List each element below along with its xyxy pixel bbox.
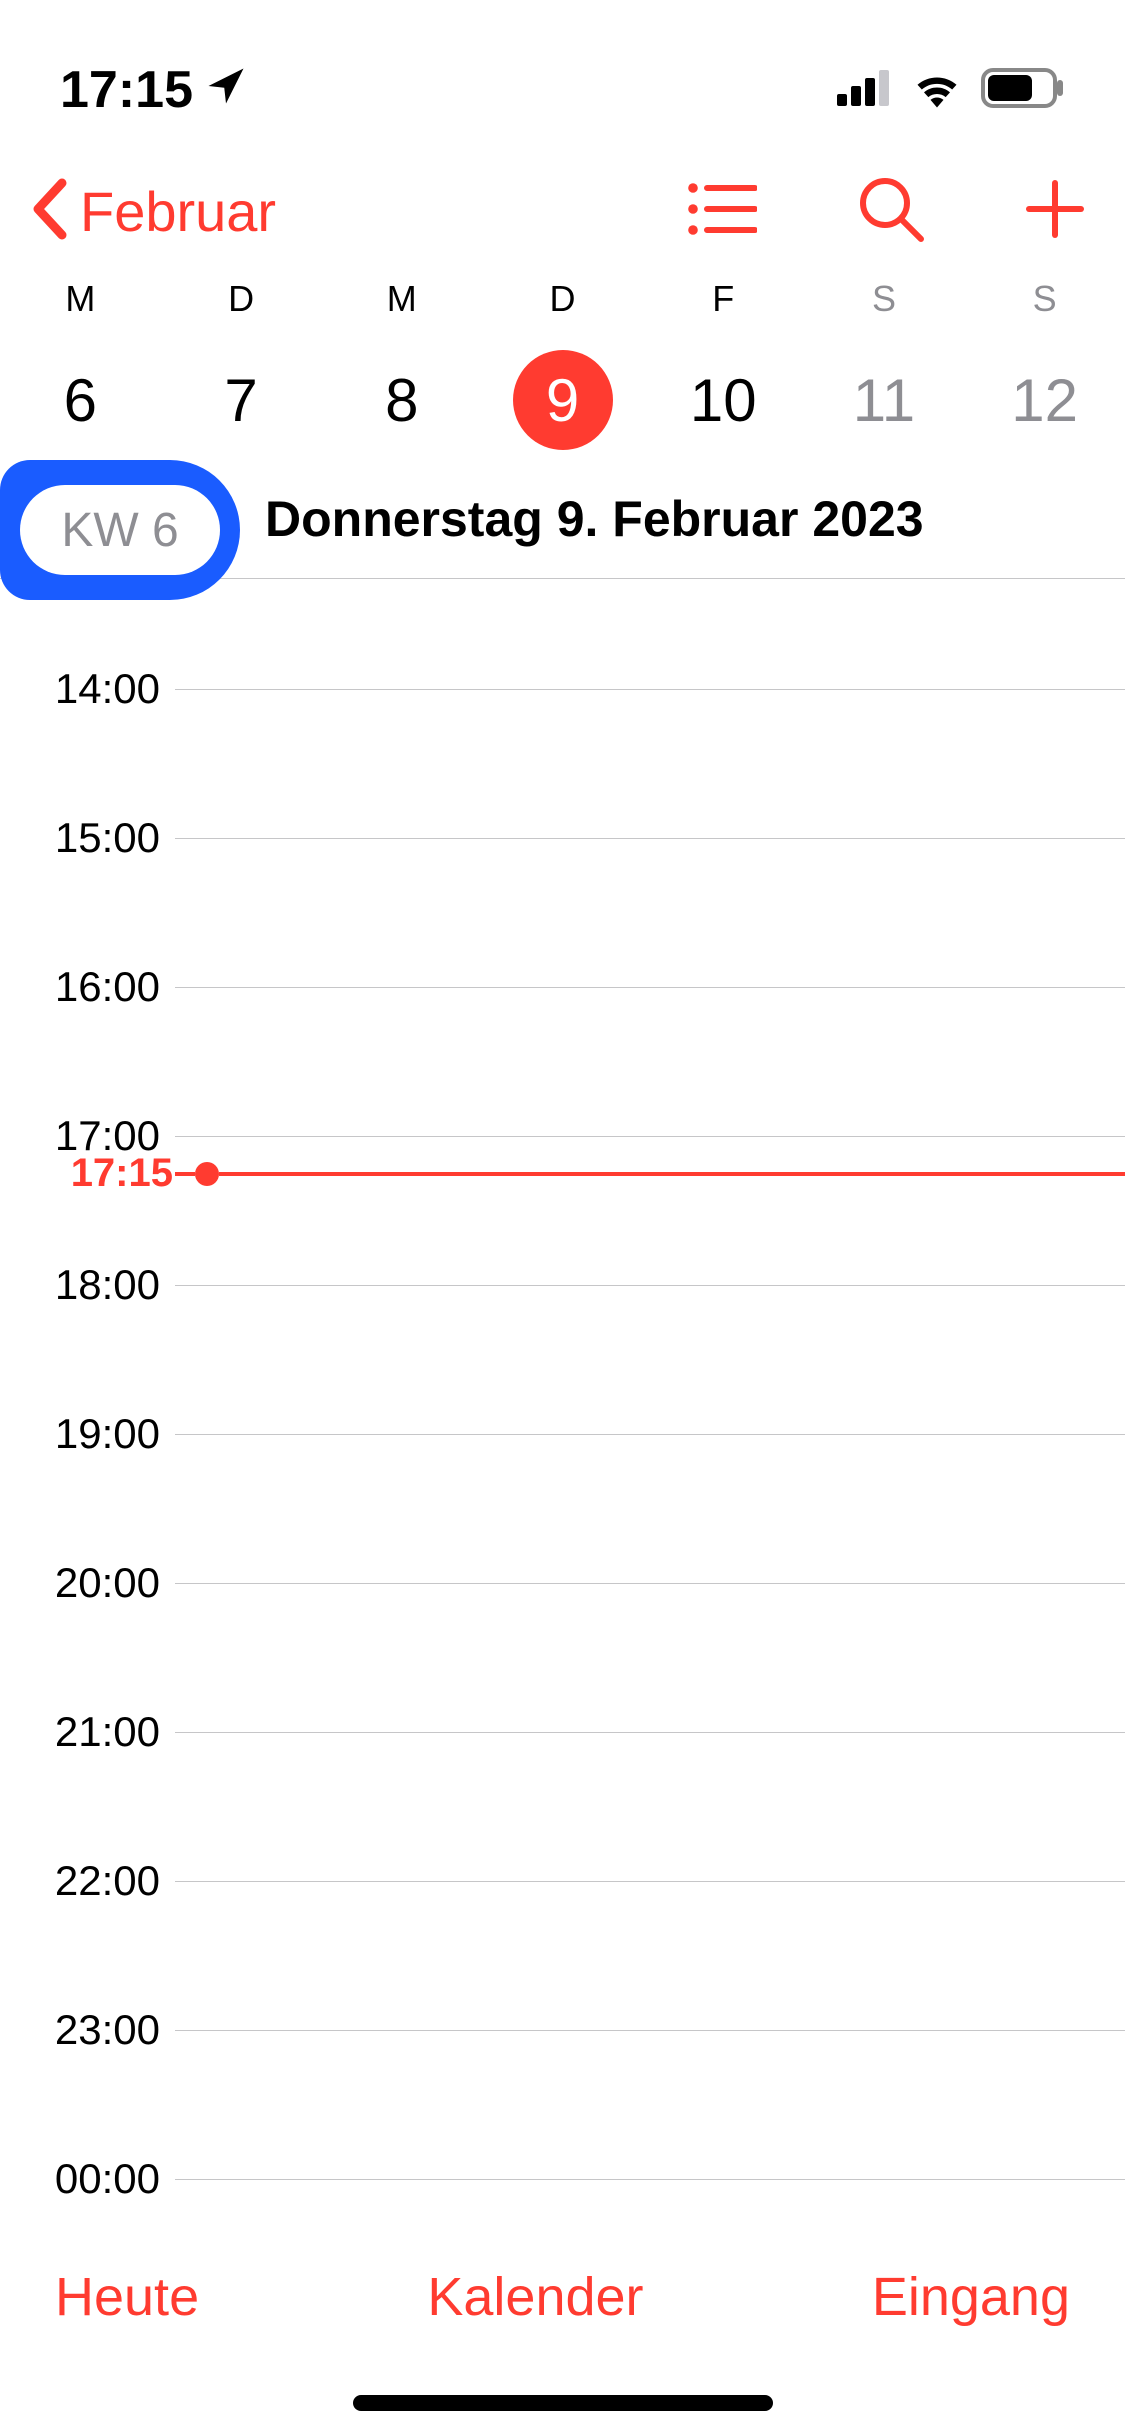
day-number: 6 <box>30 350 130 450</box>
day-number: 10 <box>673 350 773 450</box>
weekday-header: D <box>161 278 322 320</box>
hour-label: 16:00 <box>0 963 175 1011</box>
cellular-icon <box>837 70 893 111</box>
hour-label: 15:00 <box>0 814 175 862</box>
weekday-header-row: M D M D F S S <box>0 278 1125 320</box>
current-time-indicator: 17:15 <box>0 1151 1125 1196</box>
hour-row: 19:00 <box>0 1410 1125 1458</box>
search-icon[interactable] <box>857 175 925 248</box>
weekday-header: S <box>964 278 1125 320</box>
day-cell[interactable]: 11 <box>804 350 965 450</box>
status-right <box>837 68 1065 113</box>
weekday-header: M <box>321 278 482 320</box>
hour-row: 22:00 <box>0 1857 1125 1905</box>
status-bar: 17:15 <box>0 0 1125 140</box>
hour-line <box>175 1136 1125 1137</box>
hour-label: 20:00 <box>0 1559 175 1607</box>
hour-label: 14:00 <box>0 665 175 713</box>
location-icon <box>205 60 247 120</box>
weekday-header: M <box>0 278 161 320</box>
battery-icon <box>981 68 1065 113</box>
weekday-header: S <box>804 278 965 320</box>
back-label: Februar <box>80 179 276 244</box>
list-icon[interactable] <box>687 180 757 243</box>
weekday-header: D <box>482 278 643 320</box>
hour-row: 00:00 <box>0 2155 1125 2203</box>
status-left: 17:15 <box>60 60 247 120</box>
now-dot-icon <box>195 1162 219 1186</box>
date-header: KW 6 Donnerstag 9. Februar 2023 <box>0 470 1125 579</box>
hour-label: 23:00 <box>0 2006 175 2054</box>
day-cell[interactable]: 8 <box>321 350 482 450</box>
home-indicator[interactable] <box>353 2395 773 2411</box>
back-button[interactable]: Februar <box>30 177 276 246</box>
hour-label: 22:00 <box>0 1857 175 1905</box>
hour-line <box>175 2030 1125 2031</box>
now-line <box>219 1172 1125 1176</box>
header-actions <box>687 175 1085 248</box>
hour-label: 18:00 <box>0 1261 175 1309</box>
hour-line <box>175 987 1125 988</box>
day-cell-selected[interactable]: 9 <box>482 350 643 450</box>
day-cell[interactable]: 10 <box>643 350 804 450</box>
timeline[interactable]: 14:0015:0016:0017:0018:0019:0020:0021:00… <box>0 579 1125 2279</box>
hour-line <box>175 1434 1125 1435</box>
plus-icon[interactable] <box>1025 179 1085 244</box>
hour-row: 21:00 <box>0 1708 1125 1756</box>
header: Februar <box>0 140 1125 278</box>
hour-line <box>175 1881 1125 1882</box>
hour-row: 18:00 <box>0 1261 1125 1309</box>
hour-line <box>175 1285 1125 1286</box>
week-number-badge: KW 6 <box>20 485 220 575</box>
hour-label: 00:00 <box>0 2155 175 2203</box>
status-time: 17:15 <box>60 60 193 120</box>
hour-label: 21:00 <box>0 1708 175 1756</box>
hour-line <box>175 1583 1125 1584</box>
day-number: 12 <box>995 350 1095 450</box>
day-number: 9 <box>513 350 613 450</box>
day-number: 8 <box>352 350 452 450</box>
calendars-button[interactable]: Kalender <box>427 2266 643 2328</box>
inbox-button[interactable]: Eingang <box>872 2266 1070 2328</box>
chevron-left-icon <box>30 177 70 246</box>
hour-row: 20:00 <box>0 1559 1125 1607</box>
hour-line <box>175 689 1125 690</box>
hour-label: 19:00 <box>0 1410 175 1458</box>
hour-row: 23:00 <box>0 2006 1125 2054</box>
day-cell[interactable]: 12 <box>964 350 1125 450</box>
day-cell[interactable]: 6 <box>0 350 161 450</box>
wifi-icon <box>911 68 963 113</box>
hour-line <box>175 1732 1125 1733</box>
now-dash <box>175 1172 195 1176</box>
hour-line <box>175 838 1125 839</box>
hour-row: 14:00 <box>0 665 1125 713</box>
hour-row: 16:00 <box>0 963 1125 1011</box>
hour-line <box>175 2179 1125 2180</box>
hour-row: 15:00 <box>0 814 1125 862</box>
day-number-row: 6 7 8 9 10 11 12 <box>0 320 1125 470</box>
day-number: 11 <box>834 350 934 450</box>
today-button[interactable]: Heute <box>55 2266 199 2328</box>
full-date-label: Donnerstag 9. Februar 2023 <box>265 490 1125 548</box>
weekday-header: F <box>643 278 804 320</box>
current-time-label: 17:15 <box>0 1151 175 1196</box>
day-number: 7 <box>191 350 291 450</box>
day-cell[interactable]: 7 <box>161 350 322 450</box>
